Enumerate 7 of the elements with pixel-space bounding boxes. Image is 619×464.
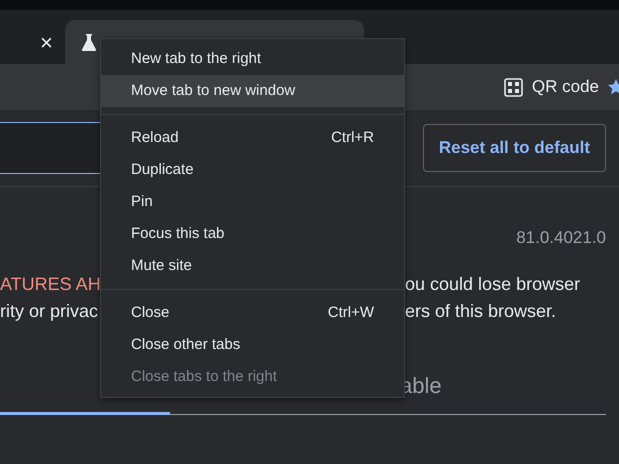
warning-text: ou could lose browser (405, 272, 580, 296)
warning-text: rity or privac (0, 300, 98, 320)
warning-heading: ATURES AH (0, 274, 101, 294)
shortcut-text: Ctrl+R (331, 128, 374, 148)
version-text: 81.0.4021.0 (516, 227, 606, 249)
shortcut-text: Ctrl+W (328, 302, 374, 323)
warning-text: ers of this browser. (405, 300, 556, 322)
